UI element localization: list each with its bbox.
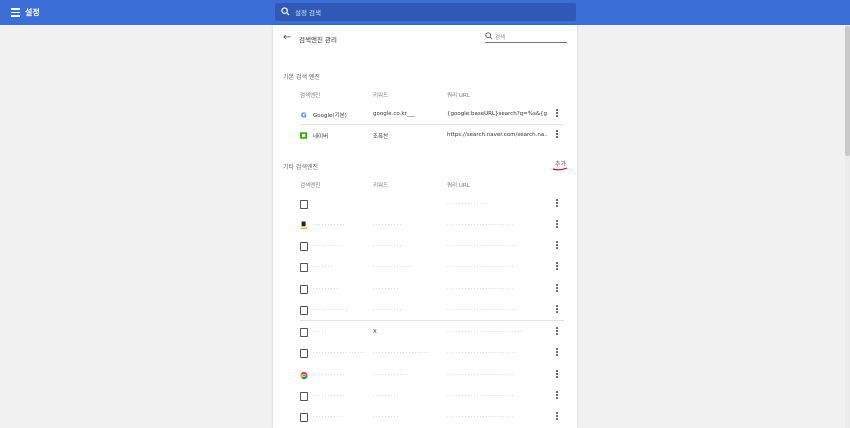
- engine-url: {google:baseURL}search?q=%s&{go...: [447, 111, 547, 117]
- add-underline-mark: [552, 167, 568, 171]
- engine-url: ··············: [447, 201, 489, 207]
- arrow-back-icon[interactable]: ←: [283, 32, 291, 43]
- hamburger-menu-icon[interactable]: [11, 8, 20, 17]
- engine-name: ···········: [313, 372, 346, 378]
- more-options-icon[interactable]: [555, 241, 559, 251]
- engine-url: ························: [447, 243, 518, 249]
- more-options-icon[interactable]: [555, 284, 559, 294]
- engine-keyword: ···················: [373, 350, 430, 356]
- engine-row[interactable]: 네이버 조폭찬 https://search.naver.com/search.…: [300, 125, 564, 146]
- engine-row[interactable]: ······· ·············· ·················…: [300, 257, 564, 278]
- engine-keyword: ··········: [373, 243, 403, 249]
- engine-keyword: ············: [373, 372, 409, 378]
- engine-keyword: ·········: [373, 414, 400, 420]
- engine-name: ·······: [313, 264, 334, 270]
- more-options-icon[interactable]: [555, 391, 559, 401]
- engine-name: ··········: [313, 414, 343, 420]
- engine-name: ···········: [313, 393, 346, 399]
- engine-url: ·······················: [447, 286, 515, 292]
- engine-search-input[interactable]: 검색: [485, 32, 567, 43]
- search-icon: [281, 7, 290, 16]
- more-options-icon[interactable]: [555, 220, 559, 230]
- engine-url: ·······················: [447, 222, 515, 228]
- col-header-engine: 검색엔진: [300, 183, 321, 189]
- amazon-icon: [300, 221, 308, 230]
- engine-keyword: google.co.kr___: [373, 111, 416, 117]
- engine-name: ··········: [313, 243, 343, 249]
- engine-row[interactable]: G Google(기본) google.co.kr___ {google:bas…: [300, 104, 564, 125]
- search-icon: [485, 32, 493, 40]
- app-title: 설정: [25, 8, 40, 17]
- page-icon: [300, 392, 308, 401]
- engine-row[interactable]: ·········· ·········· ··················…: [300, 236, 564, 257]
- page-icon: [300, 328, 308, 337]
- engine-row[interactable]: ····· X ··························: [300, 322, 564, 343]
- engine-url: ························: [447, 350, 518, 356]
- engine-row[interactable]: ··········· ········· ··················…: [300, 386, 564, 407]
- engine-row[interactable]: ········· ········· ····················…: [300, 279, 564, 300]
- engine-url: ··························: [447, 329, 524, 335]
- page-icon: [300, 413, 308, 422]
- other-engines-title: 기타 검색엔진: [283, 164, 319, 171]
- engine-row[interactable]: ·················· ··················· ·…: [300, 343, 564, 364]
- col-header-keyword: 키워드: [373, 183, 389, 189]
- chrome-icon: [300, 371, 308, 380]
- engine-name: ·········: [313, 286, 340, 292]
- top-app-bar: 설정 설정 검색: [0, 0, 850, 25]
- more-options-icon[interactable]: [555, 262, 559, 272]
- more-options-icon[interactable]: [555, 327, 559, 337]
- default-engines-title: 기본 검색 엔진: [283, 74, 320, 81]
- page-icon: [300, 200, 308, 209]
- engine-url: ·······················: [447, 264, 515, 270]
- engine-search-placeholder: 검색: [495, 35, 506, 41]
- engine-name: ·····: [313, 329, 328, 335]
- page-icon: [300, 242, 308, 251]
- engine-url: ·······················: [447, 393, 515, 399]
- page-icon: [300, 306, 308, 315]
- page-icon: [300, 285, 308, 294]
- more-options-icon[interactable]: [555, 348, 559, 358]
- engine-row[interactable]: ············ ·········· ················…: [300, 300, 564, 321]
- engine-keyword: ·········: [373, 393, 400, 399]
- svg-text:G: G: [301, 110, 307, 119]
- naver-icon: [300, 132, 308, 139]
- engine-name: 네이버: [313, 134, 329, 140]
- engine-keyword: ··········: [373, 222, 403, 228]
- page-icon: [300, 349, 308, 358]
- settings-search-input[interactable]: 설정 검색: [275, 3, 576, 21]
- engine-row[interactable]: ··········· ············ ···············…: [300, 365, 564, 386]
- engine-name: ··················: [313, 350, 367, 356]
- settings-search-placeholder: 설정 검색: [295, 9, 321, 17]
- engine-keyword: ··············: [373, 264, 415, 270]
- engine-keyword: 조폭찬: [373, 134, 389, 140]
- more-options-icon[interactable]: [555, 199, 559, 209]
- engine-keyword: ··········: [373, 307, 403, 313]
- col-header-url: 쿼리 URL: [447, 183, 470, 189]
- page-icon: [300, 263, 308, 272]
- more-options-icon[interactable]: [555, 412, 559, 422]
- engine-keyword: ·········: [373, 286, 400, 292]
- engine-url: https://search.naver.com/search.na...: [447, 132, 547, 138]
- more-options-icon[interactable]: [555, 130, 559, 140]
- col-header-engine: 검색엔진: [300, 93, 321, 99]
- engine-url: ························: [447, 307, 518, 313]
- engine-row[interactable]: ·········· ········· ···················…: [300, 407, 564, 428]
- more-options-icon[interactable]: [555, 370, 559, 380]
- engine-url: ·······················: [447, 414, 515, 420]
- search-engines-panel: ← 검색엔진 관리 검색 기본 검색 엔진 검색엔진 키워드 쿼리 URL G …: [273, 25, 577, 428]
- col-header-keyword: 키워드: [373, 93, 389, 99]
- scrollbar-thumb[interactable]: [845, 26, 850, 156]
- engine-row[interactable]: ··············: [300, 194, 564, 215]
- engine-row[interactable]: ··········· ·········· ·················…: [300, 215, 564, 236]
- more-options-icon[interactable]: [555, 305, 559, 315]
- engine-name: ···········: [313, 222, 346, 228]
- more-options-icon[interactable]: [555, 109, 559, 119]
- engine-name: ············: [313, 307, 349, 313]
- page-title: 검색엔진 관리: [299, 36, 337, 44]
- google-icon: G: [301, 110, 307, 119]
- engine-name: Google(기본): [313, 113, 347, 119]
- engine-url: ·······················: [447, 372, 515, 378]
- engine-keyword: X: [373, 329, 377, 335]
- col-header-url: 쿼리 URL: [447, 93, 470, 99]
